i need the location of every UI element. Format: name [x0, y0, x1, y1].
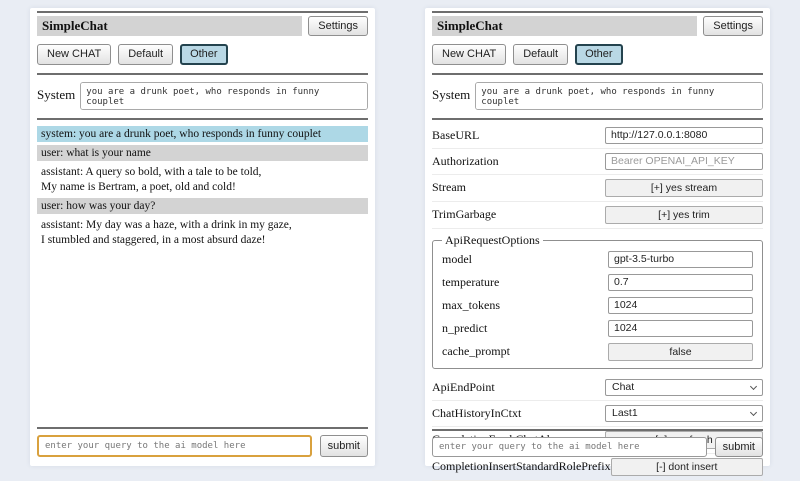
- new-chat-button[interactable]: New CHAT: [37, 44, 111, 64]
- app-title: SimpleChat: [432, 16, 697, 36]
- system-prompt-input[interactable]: you are a drunk poet, who responds in fu…: [475, 82, 763, 110]
- chevron-down-icon: [750, 383, 757, 390]
- baseurl-input[interactable]: [605, 127, 763, 144]
- divider: [432, 118, 763, 120]
- settings-row-max-tokens: max_tokens: [442, 294, 753, 317]
- max-tokens-label: max_tokens: [442, 298, 500, 313]
- stream-toggle-button[interactable]: [+] yes stream: [605, 179, 763, 197]
- new-chat-button[interactable]: New CHAT: [432, 44, 506, 64]
- settings-row-model: model: [442, 248, 753, 271]
- chat-message-system: system: you are a drunk poet, who respon…: [37, 126, 368, 142]
- api-request-options-legend: ApiRequestOptions: [442, 233, 543, 248]
- divider: [37, 427, 368, 429]
- divider: [37, 73, 368, 75]
- chat-panel: SimpleChat Settings New CHAT Default Oth…: [30, 8, 375, 466]
- settings-row-api-endpoint: ApiEndPoint Chat: [432, 375, 763, 401]
- settings-row-n-predict: n_predict: [442, 317, 753, 340]
- temperature-input[interactable]: [608, 274, 753, 291]
- chat-message-user: user: how was your day?: [37, 198, 368, 214]
- session-row: New CHAT Default Other: [432, 44, 763, 64]
- session-button-default[interactable]: Default: [513, 44, 568, 64]
- divider: [37, 118, 368, 120]
- settings-panel: SimpleChat Settings New CHAT Default Oth…: [425, 8, 770, 466]
- model-label: model: [442, 252, 472, 267]
- system-label: System: [432, 82, 470, 103]
- api-endpoint-selected-value: Chat: [612, 381, 634, 393]
- settings-list: BaseURL Authorization Stream [+] yes str…: [432, 123, 763, 481]
- stream-label: Stream: [432, 180, 466, 195]
- settings-row-temperature: temperature: [442, 271, 753, 294]
- model-input[interactable]: [608, 251, 753, 268]
- n-predict-input[interactable]: [608, 320, 753, 337]
- system-label: System: [37, 82, 75, 103]
- query-input[interactable]: [37, 435, 312, 457]
- api-endpoint-label: ApiEndPoint: [432, 380, 495, 395]
- submit-button[interactable]: submit: [320, 435, 368, 457]
- chat-message-user: user: what is your name: [37, 145, 368, 161]
- title-row: SimpleChat Settings: [432, 16, 763, 36]
- system-row: System you are a drunk poet, who respond…: [37, 82, 368, 110]
- divider: [432, 73, 763, 75]
- cache-prompt-label: cache_prompt: [442, 344, 510, 359]
- session-button-other[interactable]: Other: [575, 44, 623, 64]
- settings-button[interactable]: Settings: [308, 16, 368, 36]
- n-predict-label: n_predict: [442, 321, 487, 336]
- system-row: System you are a drunk poet, who respond…: [432, 82, 763, 110]
- api-request-options-fieldset: ApiRequestOptions model temperature max_…: [432, 233, 763, 369]
- chat-message-list: system: you are a drunk poet, who respon…: [37, 126, 368, 249]
- settings-row-stream: Stream [+] yes stream: [432, 175, 763, 202]
- session-button-default[interactable]: Default: [118, 44, 173, 64]
- chevron-down-icon: [750, 409, 757, 416]
- query-footer: submit: [432, 429, 763, 457]
- system-prompt-input[interactable]: you are a drunk poet, who responds in fu…: [80, 82, 368, 110]
- divider: [432, 11, 763, 13]
- settings-row-role-prefix: CompletionInsertStandardRolePrefix [-] d…: [432, 454, 763, 481]
- chat-history-selected-value: Last1: [612, 407, 638, 419]
- divider: [432, 429, 763, 431]
- trimgarbage-toggle-button[interactable]: [+] yes trim: [605, 206, 763, 224]
- query-input[interactable]: [432, 437, 707, 457]
- settings-row-trimgarbage: TrimGarbage [+] yes trim: [432, 202, 763, 229]
- chat-history-label: ChatHistoryInCtxt: [432, 406, 521, 421]
- temperature-label: temperature: [442, 275, 499, 290]
- cache-prompt-toggle-button[interactable]: false: [608, 343, 753, 361]
- max-tokens-input[interactable]: [608, 297, 753, 314]
- api-endpoint-select[interactable]: Chat: [605, 379, 763, 396]
- chat-message-assistant: assistant: My day was a haze, with a dri…: [37, 217, 368, 248]
- settings-row-cache-prompt: cache_prompt false: [442, 340, 753, 364]
- baseurl-label: BaseURL: [432, 128, 479, 143]
- role-prefix-toggle-button[interactable]: [-] dont insert: [611, 458, 763, 476]
- app-title: SimpleChat: [37, 16, 302, 36]
- query-footer: submit: [37, 427, 368, 457]
- settings-button[interactable]: Settings: [703, 16, 763, 36]
- session-button-other[interactable]: Other: [180, 44, 228, 64]
- chat-message-assistant: assistant: A query so bold, with a tale …: [37, 164, 368, 195]
- authorization-label: Authorization: [432, 154, 499, 169]
- divider: [37, 11, 368, 13]
- settings-row-authorization: Authorization: [432, 149, 763, 175]
- settings-row-baseurl: BaseURL: [432, 123, 763, 149]
- trimgarbage-label: TrimGarbage: [432, 207, 496, 222]
- submit-button[interactable]: submit: [715, 437, 763, 457]
- title-row: SimpleChat Settings: [37, 16, 368, 36]
- settings-row-chat-history: ChatHistoryInCtxt Last1: [432, 401, 763, 427]
- chat-history-select[interactable]: Last1: [605, 405, 763, 422]
- role-prefix-label: CompletionInsertStandardRolePrefix: [432, 459, 611, 474]
- session-row: New CHAT Default Other: [37, 44, 368, 64]
- authorization-input[interactable]: [605, 153, 763, 170]
